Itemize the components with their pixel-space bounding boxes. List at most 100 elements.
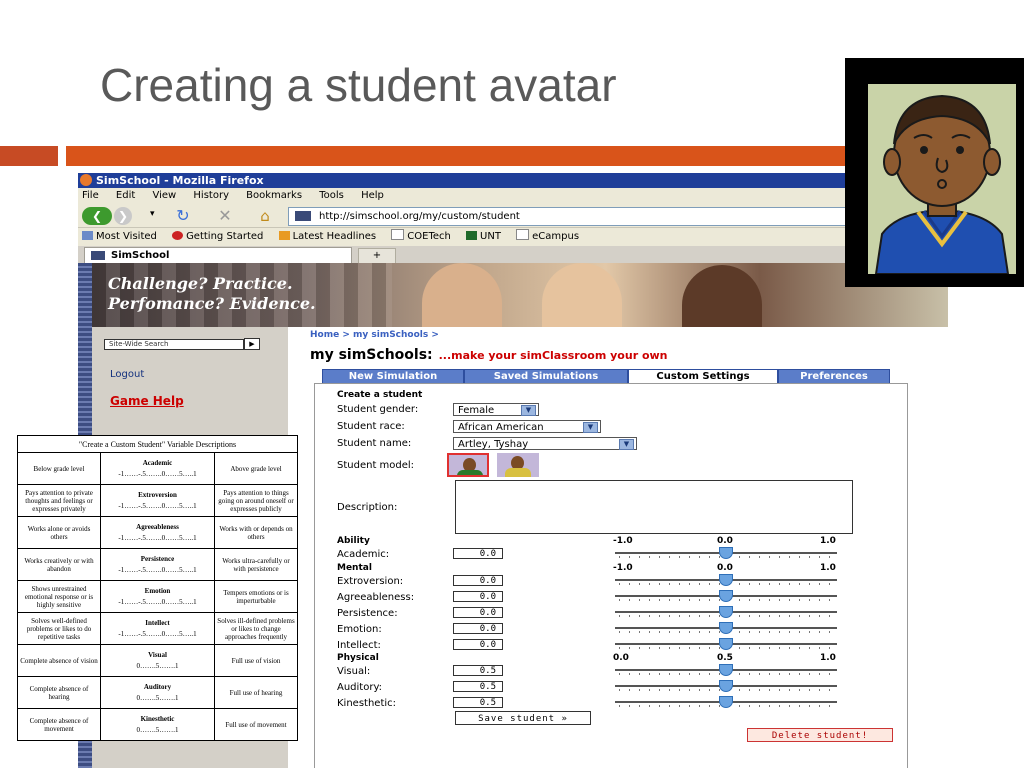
page-icon bbox=[516, 229, 530, 240]
tab-preferences[interactable]: Preferences bbox=[778, 369, 890, 384]
forward-button[interactable]: ❯ bbox=[114, 207, 132, 225]
bookmark-coetech[interactable]: COETech bbox=[391, 229, 451, 242]
tab-custom-settings[interactable]: Custom Settings bbox=[628, 369, 778, 383]
variable-scale: -1……-.5…….0……5…..1 bbox=[118, 534, 197, 542]
extroversion-value-input[interactable]: 0.0 bbox=[453, 575, 503, 586]
kinesthetic-value-input[interactable]: 0.5 bbox=[453, 697, 503, 708]
visual-slider[interactable] bbox=[615, 664, 837, 676]
visual-value-input[interactable]: 0.5 bbox=[453, 665, 503, 676]
high-description: Above grade level bbox=[214, 452, 298, 485]
new-tab-button[interactable]: + bbox=[358, 248, 396, 264]
accent-bar bbox=[66, 146, 846, 166]
home-icon[interactable]: ⌂ bbox=[256, 207, 274, 225]
kinesthetic-slider[interactable] bbox=[615, 696, 837, 708]
student-model-option-selected[interactable] bbox=[447, 453, 489, 477]
high-description: Works with or depends on others bbox=[214, 516, 298, 549]
site-favicon bbox=[91, 251, 105, 260]
search-go-button[interactable]: ▶ bbox=[244, 338, 260, 350]
race-value: African American bbox=[458, 422, 544, 433]
variable-scale: -1……-.5…….0……5…..1 bbox=[118, 566, 197, 574]
bookmark-latest-headlines[interactable]: Latest Headlines bbox=[278, 231, 376, 242]
student-model-option[interactable] bbox=[497, 453, 539, 477]
bookmark-label: UNT bbox=[480, 231, 501, 242]
field-label-emotion: Emotion: bbox=[337, 624, 382, 635]
academic-slider[interactable] bbox=[615, 547, 837, 559]
low-description: Shows unrestrained emotional response or… bbox=[17, 580, 101, 613]
folder-icon bbox=[82, 231, 93, 240]
variable-cell: Visual 0…….5…….1 bbox=[100, 644, 215, 677]
bookmark-unt[interactable]: UNT bbox=[466, 231, 501, 242]
menu-view[interactable]: View bbox=[152, 190, 176, 201]
name-select[interactable]: Artley, Tyshay ▼ bbox=[453, 437, 637, 450]
stop-icon[interactable]: ✕ bbox=[216, 207, 234, 225]
agreeableness-slider[interactable] bbox=[615, 590, 837, 602]
accent-bar-left bbox=[0, 146, 58, 166]
table-row: Below grade level Academic -1……-.5…….0……5… bbox=[17, 452, 298, 485]
menu-edit[interactable]: Edit bbox=[116, 190, 135, 201]
breadcrumb[interactable]: Home > my simSchools > bbox=[310, 330, 439, 340]
firefox-icon bbox=[80, 174, 92, 186]
low-description: Works alone or avoids others bbox=[17, 516, 101, 549]
field-label-agreeableness: Agreeableness: bbox=[337, 592, 415, 603]
name-value: Artley, Tyshay bbox=[458, 439, 529, 450]
tab-new-simulation[interactable]: New Simulation bbox=[322, 369, 464, 384]
bookmark-most-visited[interactable]: Most Visited bbox=[82, 231, 157, 242]
intellect-value-input[interactable]: 0.0 bbox=[453, 639, 503, 650]
bookmark-label: Most Visited bbox=[96, 231, 157, 242]
game-help-link[interactable]: Game Help bbox=[110, 394, 184, 408]
auditory-slider[interactable] bbox=[615, 680, 837, 692]
variable-cell: Kinesthetic 0…….5…….1 bbox=[100, 708, 215, 741]
auditory-value-input[interactable]: 0.5 bbox=[453, 681, 503, 692]
extroversion-slider[interactable] bbox=[615, 574, 837, 586]
field-label-kinesthetic: Kinesthetic: bbox=[337, 698, 397, 709]
persistence-value-input[interactable]: 0.0 bbox=[453, 607, 503, 618]
low-description: Pays attention to private thoughts and f… bbox=[17, 484, 101, 517]
variable-cell: Extroversion -1……-.5…….0……5…..1 bbox=[100, 484, 215, 517]
emotion-slider[interactable] bbox=[615, 622, 837, 634]
agreeableness-value-input[interactable]: 0.0 bbox=[453, 591, 503, 602]
table-row: Shows unrestrained emotional response or… bbox=[17, 580, 298, 613]
menu-tools[interactable]: Tools bbox=[319, 190, 344, 201]
variable-cell: Intellect -1……-.5…….0……5…..1 bbox=[100, 612, 215, 645]
table-title: "Create a Custom Student" Variable Descr… bbox=[17, 435, 298, 453]
variable-cell: Agreeableness -1……-.5…….0……5…..1 bbox=[100, 516, 215, 549]
table-row: Solves well-defined problems or likes to… bbox=[17, 612, 298, 645]
field-label-extroversion: Extroversion: bbox=[337, 576, 404, 587]
high-description: Full use of movement bbox=[214, 708, 298, 741]
reload-icon[interactable]: ↻ bbox=[174, 207, 192, 225]
back-button[interactable]: ❮ bbox=[82, 207, 112, 225]
logout-link[interactable]: Logout bbox=[110, 369, 144, 380]
field-label-intellect: Intellect: bbox=[337, 640, 381, 651]
gender-select[interactable]: Female ▼ bbox=[453, 403, 539, 416]
variable-descriptions-table: "Create a Custom Student" Variable Descr… bbox=[17, 435, 298, 741]
chevron-down-icon: ▼ bbox=[583, 422, 598, 433]
history-dropdown-icon[interactable]: ▾ bbox=[150, 209, 155, 219]
tab-saved-simulations[interactable]: Saved Simulations bbox=[464, 369, 628, 384]
description-textarea[interactable] bbox=[455, 480, 853, 534]
bookmarks-toolbar: Most Visited Getting Started Latest Head… bbox=[78, 228, 948, 246]
variable-name: Persistence bbox=[140, 555, 175, 563]
create-student-form: Create a student Student gender: Female ▼… bbox=[314, 383, 908, 768]
table-row: Complete absence of hearing Auditory 0…….… bbox=[17, 676, 298, 709]
intellect-slider[interactable] bbox=[615, 638, 837, 650]
site-favicon bbox=[295, 211, 311, 221]
save-student-button[interactable]: Save student » bbox=[455, 711, 591, 725]
race-label: Student race: bbox=[337, 421, 405, 432]
site-search-input[interactable]: Site-Wide Search bbox=[104, 339, 244, 350]
menu-file[interactable]: File bbox=[82, 190, 99, 201]
academic-value-input[interactable]: 0.0 bbox=[453, 548, 503, 559]
chevron-down-icon: ▼ bbox=[619, 439, 634, 450]
persistence-slider[interactable] bbox=[615, 606, 837, 618]
race-select[interactable]: African American ▼ bbox=[453, 420, 601, 433]
tab-title: SimSchool bbox=[111, 250, 170, 261]
menu-help[interactable]: Help bbox=[361, 190, 384, 201]
window-title: SimSchool - Mozilla Firefox bbox=[96, 174, 264, 187]
bookmark-getting-started[interactable]: Getting Started bbox=[172, 231, 263, 242]
delete-student-button[interactable]: Delete student! bbox=[747, 728, 893, 742]
variable-name: Emotion bbox=[144, 587, 171, 595]
menu-history[interactable]: History bbox=[193, 190, 229, 201]
bookmark-ecampus[interactable]: eCampus bbox=[516, 229, 579, 242]
browser-tab-simschool[interactable]: SimSchool bbox=[84, 247, 352, 263]
menu-bookmarks[interactable]: Bookmarks bbox=[246, 190, 302, 201]
emotion-value-input[interactable]: 0.0 bbox=[453, 623, 503, 634]
